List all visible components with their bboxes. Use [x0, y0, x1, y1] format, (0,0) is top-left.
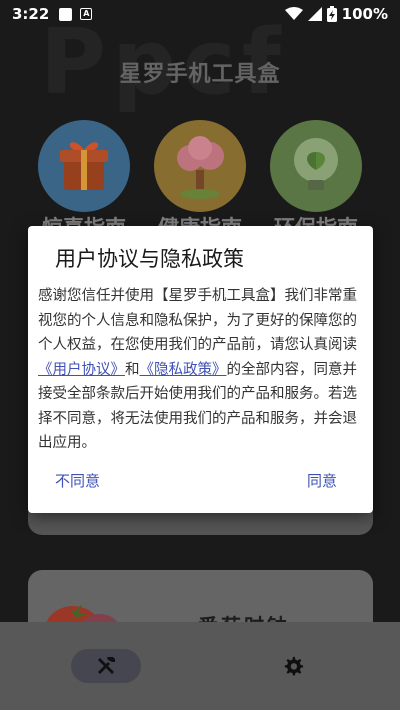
dialog-body-text: 感谢您信任并使用【星罗手机工具盒】我们非常重视您的个人信息和隐私保护，为了更好的… — [38, 288, 357, 353]
notification-icon — [59, 7, 73, 21]
status-time: 3:22 — [12, 5, 50, 23]
agree-button[interactable]: 同意 — [307, 470, 337, 491]
dialog-body: 感谢您信任并使用【星罗手机工具盒】我们非常重视您的个人信息和隐私保护，为了更好的… — [38, 284, 364, 456]
disagree-button[interactable]: 不同意 — [55, 470, 100, 491]
dialog-title: 用户协议与隐私政策 — [55, 247, 244, 271]
wifi-icon — [284, 7, 303, 20]
status-bar: 3:22 A 100% — [0, 0, 400, 28]
battery-charging-icon — [326, 6, 337, 22]
battery-percentage: 100% — [341, 5, 388, 23]
privacy-policy-link[interactable]: 《隐私政策》 — [140, 362, 227, 378]
user-agreement-link[interactable]: 《用户协议》 — [38, 362, 125, 378]
app-notification-icon: A — [80, 8, 93, 20]
status-indicators: 100% — [284, 5, 388, 23]
signal-icon — [307, 7, 322, 21]
dialog-body-text: 和 — [125, 361, 140, 378]
privacy-dialog: 用户协议与隐私政策 感谢您信任并使用【星罗手机工具盒】我们非常重视您的个人信息和… — [28, 226, 373, 513]
